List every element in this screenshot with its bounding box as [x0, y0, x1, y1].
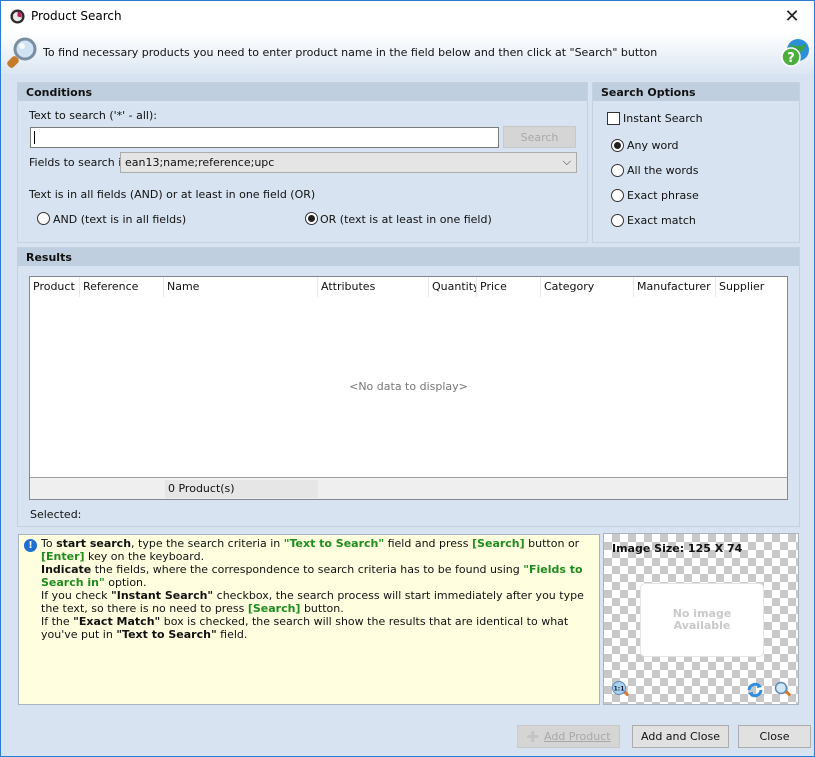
instant-search-label[interactable]: Instant Search — [623, 112, 703, 125]
magnifier-icon — [7, 37, 37, 68]
no-image-placeholder: No image Available — [640, 583, 764, 657]
text-caret — [34, 131, 35, 144]
text-to-search-label: Text to search ('*' - all): — [29, 109, 157, 122]
selected-label: Selected: — [30, 508, 82, 521]
chevron-down-icon: ⌵ — [562, 155, 571, 168]
grid-footer: 0 Product(s) — [30, 477, 787, 499]
and-radio[interactable] — [37, 212, 50, 225]
column-header-manufacturer[interactable]: Manufacturer — [634, 277, 716, 297]
info-bar: To find necessary products you need to e… — [1, 32, 814, 74]
column-header-category[interactable]: Category — [541, 277, 634, 297]
title-bar: Product Search ✕ — [1, 1, 814, 32]
hint-paragraph-2: Indicate the fields, where the correspon… — [41, 563, 583, 589]
column-header-attributes[interactable]: Attributes — [318, 277, 429, 297]
add-and-close-button[interactable]: Add and Close — [632, 725, 729, 748]
zoom-actual-size-icon[interactable]: 1:1 — [612, 681, 630, 699]
column-header-reference[interactable]: Reference — [80, 277, 164, 297]
info-text: To find necessary products you need to e… — [43, 46, 658, 59]
conditions-group: Conditions Text to search ('*' - all): S… — [17, 82, 588, 243]
or-radio[interactable] — [305, 212, 318, 225]
text-to-search-input[interactable] — [30, 127, 499, 148]
add-product-button[interactable]: ✚ Add Product — [517, 725, 620, 748]
hint-paragraph-3: If you check "Instant Search" checkbox, … — [41, 589, 584, 615]
column-header-price[interactable]: Price — [477, 277, 541, 297]
image-size-label: Image Size: 125 X 74 — [612, 542, 743, 555]
plus-icon: ✚ — [526, 727, 539, 746]
exact-phrase-label[interactable]: Exact phrase — [627, 189, 699, 202]
product-search-window: Product Search ✕ To find necessary produ… — [0, 0, 815, 757]
no-data-message: <No data to display> — [349, 380, 468, 393]
add-product-label: Add Product — [544, 730, 611, 743]
help-globe-icon[interactable]: ? — [780, 38, 810, 68]
hint-paragraph-4: If the "Exact Match" box is checked, the… — [41, 615, 569, 641]
results-grid[interactable]: Product I Reference Name Attributes Quan… — [29, 276, 788, 500]
any-word-label[interactable]: Any word — [627, 139, 679, 152]
zoom-icon[interactable] — [774, 681, 792, 699]
fields-to-search-value: ean13;name;reference;upc — [125, 156, 275, 169]
conditions-header: Conditions — [18, 83, 587, 101]
search-options-group: Search Options Instant Search Any word A… — [592, 82, 800, 243]
instant-search-checkbox[interactable] — [607, 112, 620, 125]
fields-to-search-label: Fields to search in — [29, 156, 129, 169]
hint-paragraph-1: To start search, type the search criteri… — [41, 537, 580, 563]
exact-phrase-radio[interactable] — [611, 189, 624, 202]
close-icon[interactable]: ✕ — [770, 1, 814, 32]
any-word-radio[interactable] — [611, 139, 624, 152]
logic-label: Text is in all fields (AND) or at least … — [29, 188, 316, 201]
exact-match-label[interactable]: Exact match — [627, 214, 696, 227]
and-radio-label[interactable]: AND (text is in all fields) — [53, 213, 186, 226]
all-words-label[interactable]: All the words — [627, 164, 698, 177]
window-title: Product Search — [31, 9, 122, 23]
exact-match-radio[interactable] — [611, 214, 624, 227]
refresh-icon[interactable] — [746, 681, 764, 699]
product-count: 0 Product(s) — [165, 480, 318, 498]
svg-text:1:1: 1:1 — [614, 686, 625, 693]
column-header-product-id[interactable]: Product I — [30, 277, 80, 297]
search-button[interactable]: Search — [503, 126, 576, 148]
app-logo-icon — [10, 9, 25, 24]
close-button[interactable]: Close — [738, 725, 811, 748]
or-radio-label[interactable]: OR (text is at least in one field) — [320, 213, 492, 226]
hint-box: ! To start search, type the search crite… — [18, 534, 600, 705]
info-icon: ! — [24, 539, 37, 552]
search-options-header: Search Options — [593, 83, 799, 101]
column-header-supplier[interactable]: Supplier — [716, 277, 787, 297]
fields-to-search-select[interactable]: ean13;name;reference;upc ⌵ — [120, 152, 577, 173]
column-header-name[interactable]: Name — [164, 277, 318, 297]
results-header: Results — [18, 248, 799, 266]
svg-text:?: ? — [787, 51, 795, 66]
all-words-radio[interactable] — [611, 164, 624, 177]
grid-header: Product I Reference Name Attributes Quan… — [30, 277, 787, 297]
column-header-quantity[interactable]: Quantity — [429, 277, 477, 297]
no-image-line-2: Available — [673, 619, 731, 632]
image-preview-panel: Image Size: 125 X 74 No image Available … — [603, 533, 799, 705]
